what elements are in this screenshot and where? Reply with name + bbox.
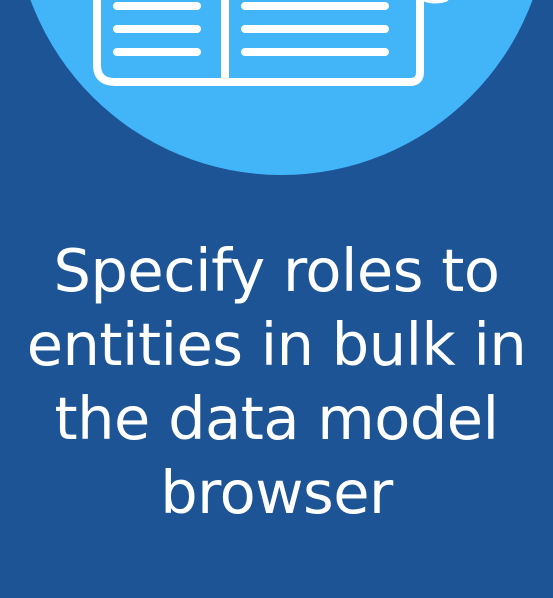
headline-line-4: browser [160,458,393,527]
headline-line-3: the data model [54,384,499,453]
newspaper-icon [85,0,465,90]
headline: Specify roles to entities in bulk in the… [0,234,553,530]
headline-line-2: entities in bulk in [26,310,527,379]
headline-line-1: Specify roles to [53,236,500,305]
